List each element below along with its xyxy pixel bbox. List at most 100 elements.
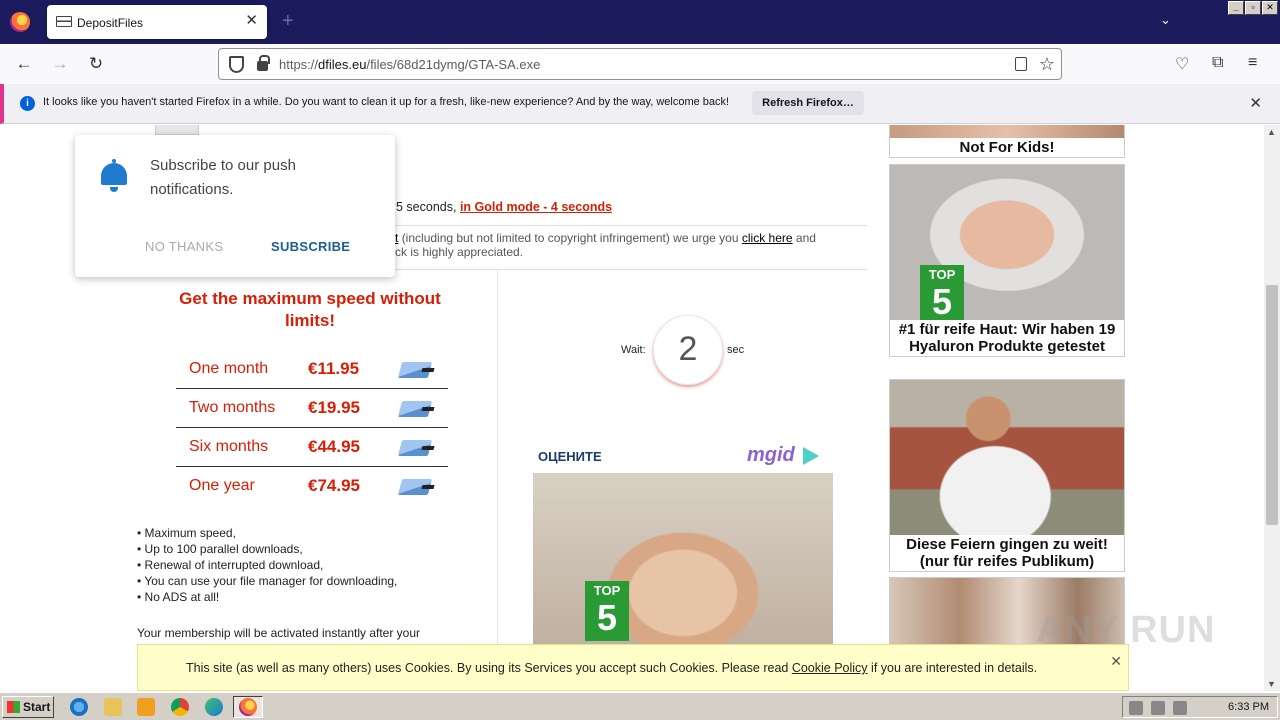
url-bar[interactable]: https://dfiles.eu/files/68d21dymg/GTA-SA… <box>218 48 1062 80</box>
chrome-icon[interactable] <box>171 698 189 716</box>
list-item: You can use your file manager for downlo… <box>137 573 397 589</box>
anyrun-watermark: ANY RUN <box>1036 609 1216 651</box>
plan-price[interactable]: €19.95 <box>308 398 360 418</box>
firefox-icon <box>239 698 257 716</box>
no-thanks-button[interactable]: NO THANKS <box>145 239 223 254</box>
scroll-down-arrow-icon[interactable]: ▼ <box>1267 679 1276 689</box>
bookmark-star-icon[interactable]: ☆ <box>1039 54 1055 75</box>
price-row-six-months[interactable]: Six months €44.95 <box>176 428 448 467</box>
network-icon[interactable] <box>1151 701 1165 715</box>
file-type-icon <box>155 125 199 135</box>
ad-image[interactable]: TOP 5 <box>890 165 1124 320</box>
plan-period[interactable]: One month <box>189 360 268 378</box>
minimize-button[interactable]: _ <box>1228 1 1244 15</box>
scrollbar-thumb[interactable] <box>1266 285 1278 525</box>
plan-period[interactable]: Two months <box>189 399 275 417</box>
price-row-one-month[interactable]: One month €11.95 <box>176 350 448 389</box>
forward-arrow-icon[interactable]: → <box>48 53 72 75</box>
ad-caption[interactable]: #1 für reife Haut: Wir haben 19 Hyaluron… <box>890 320 1124 356</box>
windows-logo-icon <box>7 701 20 713</box>
abuse-report-link[interactable]: t <box>395 231 398 245</box>
wait-unit: sec <box>727 344 745 356</box>
ad-image[interactable] <box>890 125 1124 138</box>
browser-titlebar: DepositFiles ✕ + ⌄ _ ▫ ✕ <box>0 0 1280 44</box>
internet-explorer-icon[interactable] <box>70 698 88 716</box>
credit-card-icon[interactable] <box>397 479 433 495</box>
sidebar-ad-1[interactable]: Not For Kids! <box>889 125 1125 158</box>
mgid-logo[interactable]: mgid <box>747 444 795 467</box>
url-text[interactable]: https://dfiles.eu/files/68d21dymg/GTA-SA… <box>279 57 540 72</box>
close-window-button[interactable]: ✕ <box>1262 1 1278 15</box>
top5-badge: TOP 5 <box>585 581 629 641</box>
plan-period[interactable]: Six months <box>189 438 268 456</box>
ad-caption[interactable]: Not For Kids! <box>890 138 1124 157</box>
action-center-flag-icon[interactable] <box>1173 701 1187 715</box>
price-row-one-year[interactable]: One year €74.95 <box>176 467 448 506</box>
column-divider <box>497 270 498 691</box>
system-tray: 6:33 PM <box>1122 696 1278 718</box>
scroll-up-arrow-icon[interactable]: ▲ <box>1267 127 1276 137</box>
top5-badge: TOP 5 <box>920 265 964 320</box>
cookie-text: This site (as well as many others) uses … <box>186 661 1038 675</box>
plan-period[interactable]: One year <box>189 477 255 495</box>
sidebar-ad-3[interactable]: Diese Feiern gingen zu weit! (nur für re… <box>889 379 1125 572</box>
list-item: Maximum speed, <box>137 525 397 541</box>
plan-price[interactable]: €44.95 <box>308 437 360 457</box>
maximize-button[interactable]: ▫ <box>1245 1 1261 15</box>
extensions-icon[interactable]: ⧉ <box>1212 54 1223 72</box>
media-player-icon[interactable] <box>137 698 155 716</box>
firefox-taskbar-button[interactable] <box>233 696 263 718</box>
price-row-two-months[interactable]: Two months €19.95 <box>176 389 448 428</box>
cookie-policy-link[interactable]: Cookie Policy <box>792 661 868 675</box>
volume-icon[interactable] <box>1129 701 1143 715</box>
push-message: Subscribe to our push notifications. <box>150 157 296 198</box>
firefox-refresh-notification: i It looks like you haven't started Fire… <box>0 84 1280 124</box>
credit-card-icon[interactable] <box>397 401 433 417</box>
pocket-icon[interactable]: ♡ <box>1175 54 1189 74</box>
credit-card-icon[interactable] <box>397 440 433 456</box>
back-arrow-icon[interactable]: ← <box>12 53 36 75</box>
click-here-link[interactable]: click here <box>742 231 793 245</box>
lock-icon[interactable] <box>257 55 270 71</box>
start-button[interactable]: Start <box>2 696 54 718</box>
notification-close-icon[interactable]: ✕ <box>1249 94 1262 112</box>
list-item: Renewal of interrupted download, <box>137 557 397 573</box>
firefox-menu-icon[interactable] <box>10 12 30 32</box>
subscribe-button[interactable]: SUBSCRIBE <box>271 239 350 254</box>
ad-caption[interactable]: Diese Feiern gingen zu weit! (nur für re… <box>890 535 1124 571</box>
download-speed-info: 5 seconds, in Gold mode - 4 seconds <box>396 200 613 214</box>
ad-image[interactable] <box>890 380 1124 535</box>
tab-close-icon[interactable]: ✕ <box>245 13 258 29</box>
wait-label: Wait: <box>621 344 646 356</box>
window-controls: _ ▫ ✕ <box>1228 1 1278 15</box>
site-favicon-icon <box>56 16 72 27</box>
reload-icon[interactable]: ↻ <box>84 53 108 75</box>
plan-price[interactable]: €74.95 <box>308 476 360 496</box>
cookie-close-icon[interactable]: ✕ <box>1110 653 1122 670</box>
reader-view-icon[interactable] <box>1015 57 1027 71</box>
cookie-banner: This site (as well as many others) uses … <box>137 644 1129 691</box>
tab-title: DepositFiles <box>77 16 144 30</box>
hamburger-menu-icon[interactable]: ≡ <box>1248 54 1257 72</box>
page-scrollbar[interactable]: ▲ ▼ <box>1264 125 1280 691</box>
notification-message: It looks like you haven't started Firefo… <box>43 96 730 108</box>
list-all-tabs-icon[interactable]: ⌄ <box>1160 12 1171 28</box>
file-explorer-icon[interactable] <box>104 698 122 716</box>
countdown-timer: 2 <box>653 315 723 385</box>
refresh-firefox-button[interactable]: Refresh Firefox… <box>752 91 864 115</box>
sidebar-ad-2[interactable]: TOP 5 #1 für reife Haut: Wir haben 19 Hy… <box>889 164 1125 357</box>
clock[interactable]: 6:33 PM <box>1228 701 1269 713</box>
tab-depositfiles[interactable]: DepositFiles ✕ <box>47 5 267 39</box>
gold-mode-link[interactable]: in Gold mode - 4 seconds <box>460 200 612 214</box>
premium-headline: Get the maximum speed without limits! <box>179 289 441 330</box>
edge-icon[interactable] <box>205 698 223 716</box>
new-tab-button[interactable]: + <box>282 11 294 31</box>
plan-price[interactable]: €11.95 <box>308 359 359 379</box>
credit-card-icon[interactable] <box>397 362 433 378</box>
membership-note: Your membership will be activated instan… <box>137 626 421 640</box>
premium-features-list: Maximum speed, Up to 100 parallel downlo… <box>137 525 397 605</box>
tracking-protection-shield-icon[interactable] <box>229 56 244 73</box>
mgid-play-icon[interactable] <box>803 447 819 465</box>
ad-widget-heading: ОЦЕНИТЕ <box>538 449 602 464</box>
abuse-report-text: t (including but not limited to copyrigh… <box>395 231 816 259</box>
